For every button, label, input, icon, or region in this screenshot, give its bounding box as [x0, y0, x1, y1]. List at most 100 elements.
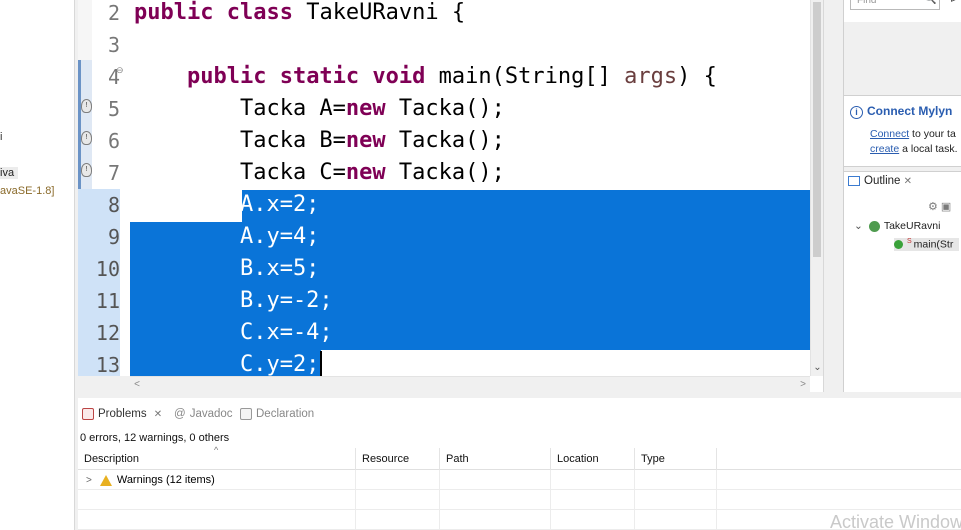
right-views: Find 🔍 ⊳ iConnect Mylyn Connect to your …: [843, 0, 961, 392]
warning-icon: [99, 474, 112, 486]
description-cell: > Warnings (12 items): [78, 470, 356, 490]
line-number[interactable]: 12: [78, 317, 120, 349]
line-number[interactable]: 4: [78, 61, 120, 93]
code-line[interactable]: A.x=2;: [134, 189, 319, 221]
tab-declaration[interactable]: Declaration: [240, 408, 314, 420]
code-token: ) {: [677, 64, 717, 89]
table-row[interactable]: > Warnings (12 items): [78, 470, 961, 490]
problems-view: Problems ✕ @ Javadoc Declaration 0 errors…: [78, 392, 961, 530]
line-number[interactable]: 5: [78, 93, 120, 125]
line-number[interactable]: 10: [78, 253, 120, 285]
line-number[interactable]: 9: [78, 221, 120, 253]
line-number[interactable]: 7: [78, 157, 120, 189]
fold-collapse-icon[interactable]: ⊖: [116, 65, 124, 76]
scroll-left-icon[interactable]: <: [130, 377, 144, 392]
find-more-icon[interactable]: ⊳: [950, 0, 958, 5]
mylyn-text: a local task.: [899, 143, 958, 155]
empty-cell: [78, 490, 356, 510]
column-header-type[interactable]: Type: [635, 448, 717, 470]
tree-fragment-selected[interactable]: iva: [0, 167, 19, 179]
problems-icon: [82, 408, 94, 420]
code-line[interactable]: Tacka B=new Tacka();: [134, 125, 505, 157]
mylyn-line-connect: Connect to your ta: [870, 128, 956, 140]
code-token: Tacka B=: [134, 128, 346, 153]
vertical-scrollbar[interactable]: ⌄: [810, 0, 823, 376]
line-number[interactable]: 11: [78, 285, 120, 317]
class-icon: [868, 220, 880, 232]
search-icon[interactable]: 🔍: [924, 0, 936, 5]
line-number[interactable]: 3: [78, 29, 120, 61]
code-line[interactable]: public static void main(String[] args) {: [134, 61, 717, 93]
tab-javadoc[interactable]: @ Javadoc: [174, 408, 233, 420]
code-token: Tacka();: [385, 128, 505, 153]
tab-label: Problems: [98, 408, 147, 421]
code-token: Tacka A=: [134, 96, 346, 121]
line-number-gutter: ! ! ! 2 3 4 ⊖ 5 6 7 8 9 10 11 12 13: [78, 0, 130, 381]
code-area[interactable]: public class TakeURavni { public static …: [130, 0, 810, 382]
keyword-token: public class: [134, 0, 293, 25]
path-cell: [440, 470, 551, 490]
bottom-tab-bar: Problems ✕ @ Javadoc Declaration: [78, 404, 961, 426]
empty-cell: [551, 490, 635, 510]
keyword-token: new: [345, 96, 386, 121]
table-row: [78, 510, 961, 530]
class-name: TakeURavni: [883, 220, 941, 232]
connect-mylyn-title: i Connect Mylyn: [850, 104, 952, 119]
outline-icon: [848, 175, 860, 186]
selected-code-text: B.x=5;: [134, 256, 320, 281]
column-header-description[interactable]: Description: [78, 448, 356, 470]
code-line[interactable]: C.x=-4;: [134, 317, 333, 349]
method-name: main(Str: [913, 238, 954, 251]
code-token: main(String[]: [425, 64, 625, 89]
empty-cell: [635, 490, 717, 510]
view-separator[interactable]: [844, 166, 961, 172]
horizontal-scrollbar[interactable]: < >: [130, 376, 810, 392]
activate-windows-watermark: Activate Window: [830, 512, 961, 530]
code-line[interactable]: B.x=5;: [134, 253, 319, 285]
tab-label: Declaration: [256, 408, 315, 421]
chevron-right-icon[interactable]: >: [86, 475, 92, 486]
tree-fragment: i: [0, 131, 3, 143]
outline-method-node[interactable]: Smain(Str: [894, 238, 960, 251]
outline-toolbar[interactable]: ⚙ ▣: [928, 200, 951, 213]
column-header-path[interactable]: Path: [440, 448, 551, 470]
vertical-scroll-thumb[interactable]: [813, 2, 821, 257]
close-icon[interactable]: ✕: [154, 409, 162, 420]
keyword-token: public static: [186, 64, 360, 89]
chevron-down-icon[interactable]: ⌄: [854, 220, 863, 232]
code-line[interactable]: public class TakeURavni {: [134, 0, 465, 29]
line-number[interactable]: 6: [78, 125, 120, 157]
create-link[interactable]: create: [870, 143, 899, 155]
outline-tab-label: Outline: [864, 175, 901, 187]
code-line[interactable]: B.y=-2;: [134, 285, 333, 317]
sash-right[interactable]: [823, 0, 843, 392]
connect-link[interactable]: Connect: [870, 128, 909, 140]
selected-code-text: A.x=2;: [134, 192, 320, 217]
column-header-resource[interactable]: Resource: [356, 448, 440, 470]
tab-problems[interactable]: Problems ✕: [82, 408, 162, 420]
mylyn-text: to your ta: [909, 128, 956, 140]
tab-outline[interactable]: Outline ✕: [848, 175, 912, 187]
scroll-down-icon[interactable]: ⌄: [811, 362, 823, 376]
jre-library-label: avaSE-1.8]: [0, 185, 55, 197]
resource-cell: [356, 470, 440, 490]
tab-label: Javadoc: [189, 408, 233, 420]
line-number[interactable]: 2: [78, 0, 120, 29]
close-icon[interactable]: ✕: [904, 176, 912, 187]
method-icon: [894, 240, 903, 250]
code-line[interactable]: Tacka A=new Tacka();: [134, 93, 505, 125]
empty-cell: [440, 490, 551, 510]
code-token: Tacka();: [385, 160, 505, 185]
warnings-group-label: Warnings (12 items): [116, 474, 215, 486]
text-selection: [241, 190, 810, 222]
scroll-right-icon[interactable]: >: [796, 377, 810, 392]
line-number[interactable]: 8: [78, 189, 120, 221]
column-header-location[interactable]: Location: [551, 448, 635, 470]
code-line[interactable]: A.y=4;: [134, 221, 319, 253]
outline-class-node[interactable]: ⌄ TakeURavni: [854, 220, 940, 232]
code-line[interactable]: Tacka C=new Tacka();: [134, 157, 505, 189]
package-explorer-fragment: i iva avaSE-1.8]: [0, 0, 74, 530]
java-editor[interactable]: ! ! ! 2 3 4 ⊖ 5 6 7 8 9 10 11 12 13 public class Tak…: [78, 0, 823, 392]
